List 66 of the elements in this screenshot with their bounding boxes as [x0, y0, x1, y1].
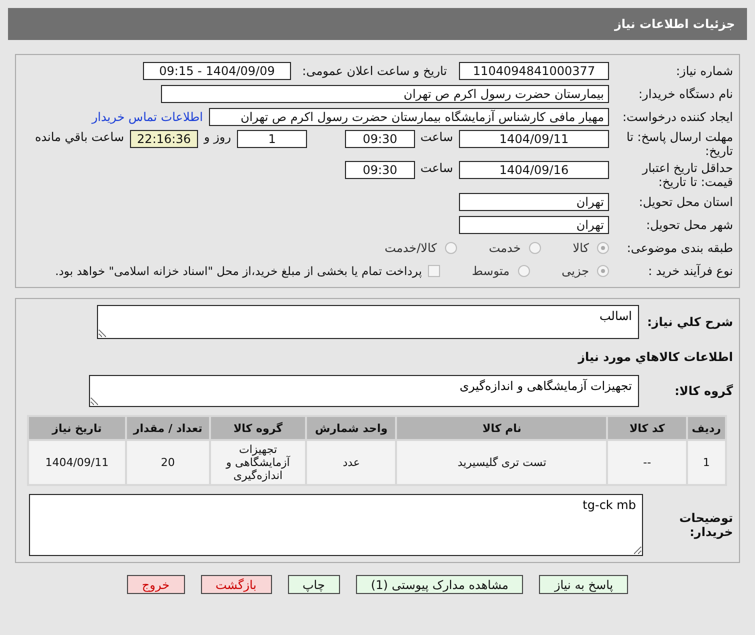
radio-button[interactable]: [528, 242, 541, 254]
column-header: ردیف: [688, 417, 725, 439]
table-cell: 1: [688, 441, 725, 484]
action-button[interactable]: خروج: [126, 575, 184, 594]
field-label: شرح کلي نياز:: [646, 315, 733, 329]
table-cell: 1404/09/11: [29, 441, 125, 484]
table-cell: تست تری گلیسیرید: [397, 441, 606, 484]
action-button[interactable]: مشاهده مدارک پیوستی (1): [356, 575, 524, 594]
radio-button[interactable]: [597, 265, 609, 277]
column-header: گروه کالا: [210, 417, 306, 439]
validity-date-field: 1404/09/16: [459, 161, 609, 179]
contact-link[interactable]: اطلاعات تماس خریدار: [92, 110, 203, 124]
remaining-time-field: 22:16:36: [130, 130, 198, 148]
days-field: 1: [237, 130, 307, 148]
province-field: تهران: [459, 193, 609, 211]
field-label: نام دستگاه خریدار:: [638, 87, 733, 101]
goods-group-field[interactable]: تجهیزات آزمایشگاهی و اندازه‌گیری: [89, 375, 639, 407]
table-cell: --: [608, 441, 686, 484]
city-field: تهران: [459, 216, 609, 234]
field-label: مهلت ارسال پاسخ: تا تاریخ:: [625, 130, 733, 158]
checkbox[interactable]: [428, 265, 440, 277]
table-cell: تجهیزات آزمایشگاهی و اندازه‌گیری: [210, 441, 306, 484]
need-number-field: 1104094841000377: [459, 62, 609, 80]
table-cell: عدد: [307, 441, 396, 484]
field-label: حداقل تاریخ اعتبار قیمت: تا تاریخ:: [640, 161, 733, 189]
field-label: طبقه بندی موضوعی:: [626, 241, 733, 255]
column-header: نام کالا: [397, 417, 606, 439]
column-header: تاریخ نیاز: [29, 417, 125, 439]
action-button[interactable]: پاسخ به نیاز: [539, 575, 628, 594]
field-label: گروه کالا:: [674, 384, 733, 398]
field-label: استان محل تحویل:: [638, 195, 733, 209]
section-heading: اطلاعات کالاهاي مورد نياز: [576, 350, 733, 364]
field-label: توضیحات خریدار:: [678, 511, 733, 539]
radio-button[interactable]: [597, 242, 609, 254]
field-label: تاریخ و ساعت اعلان عمومی:: [301, 64, 447, 78]
option-label: جزیی: [562, 264, 589, 278]
option-label: خدمت: [488, 241, 521, 255]
description-field[interactable]: اسالب: [97, 305, 639, 339]
notes-field[interactable]: tg-ck mb: [29, 494, 643, 556]
field-label: ساعت باقي مانده: [34, 130, 124, 144]
page-header: جزئیات اطلاعات نیاز: [8, 8, 747, 40]
field-label: ایجاد کننده درخواست:: [621, 110, 733, 124]
field-label: ساعت: [421, 130, 453, 144]
column-header: کد کالا: [608, 417, 686, 439]
table-cell: 20: [126, 441, 209, 484]
deadline-date-field: 1404/09/11: [459, 130, 609, 148]
option-label: کالا/خدمت: [384, 241, 437, 255]
creator-field: مهیار مافی کارشناس آزمایشگاه بیمارستان حضرت رسول اکرم ص تهران: [209, 108, 609, 126]
field-label: نوع فرآیند خرید :: [647, 264, 733, 278]
field-label: روز و: [204, 130, 231, 144]
action-button[interactable]: بازگشت: [200, 575, 272, 594]
column-header: واحد شمارش: [307, 417, 396, 439]
checkbox-label: پرداخت تمام یا بخشی از مبلغ خرید،از محل "اسناد خزانه اسلامی" خواهد بود.: [55, 264, 422, 278]
option-label: کالا: [572, 241, 589, 255]
field-label: شهر محل تحویل:: [645, 218, 733, 232]
option-label: متوسط: [472, 264, 510, 278]
deadline-time-field: 09:30: [345, 130, 415, 148]
column-header: تعداد / مقدار: [126, 417, 209, 439]
validity-time-field: 09:30: [345, 161, 415, 179]
radio-button[interactable]: [518, 265, 530, 277]
field-label: شماره نیاز:: [675, 64, 733, 78]
field-label: ساعت: [421, 161, 453, 175]
action-button[interactable]: چاپ: [288, 575, 340, 594]
radio-button[interactable]: [444, 242, 457, 254]
buyer-field: بیمارستان حضرت رسول اکرم ص تهران: [161, 85, 609, 103]
announce-date-field: 1404/09/09 - 09:15: [143, 62, 291, 80]
